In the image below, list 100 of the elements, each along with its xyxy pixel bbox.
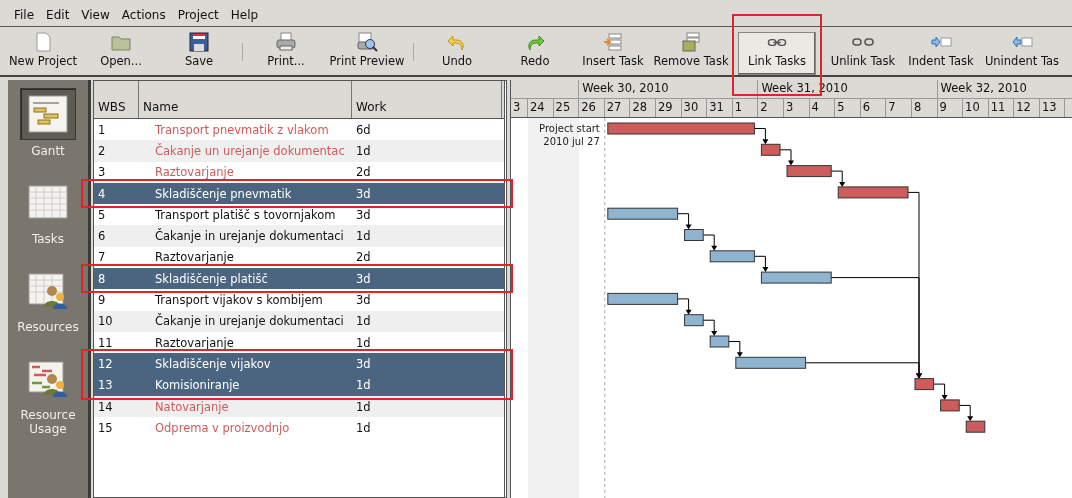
week-header: Week 30, 2010: [579, 80, 759, 98]
table-cell-text: Transport vijakov s kombijem: [154, 293, 324, 307]
print-preview-icon: [356, 32, 378, 52]
toolbar-button[interactable]: New Project: [4, 29, 82, 75]
toolbar-button[interactable]: Undo: [418, 29, 496, 75]
task-bar[interactable]: [760, 143, 781, 156]
dependency-arrow: [677, 298, 692, 315]
task-bar[interactable]: [607, 292, 679, 305]
table-cell-text: 9: [97, 293, 107, 307]
day-header: 1: [732, 99, 759, 117]
table-cell-text: 3d: [355, 207, 372, 222]
table-cell-text: 1: [97, 122, 107, 137]
table-cell-text: 11: [97, 335, 114, 350]
week-header: Week 32, 2010: [937, 80, 1072, 98]
resource-usage-icon: [28, 359, 68, 397]
menu-item[interactable]: Actions: [115, 8, 172, 22]
task-bar[interactable]: [607, 207, 679, 220]
table-cell-text: Natovarjanje: [154, 399, 230, 414]
project-start-label: Project start: [539, 123, 600, 134]
table-cell-text: Čakanje un urejanje dokumentac: [154, 143, 346, 158]
table-cell-text: 1d: [355, 314, 372, 329]
table-cell-text: Transport pnevmatik z vlakom: [154, 122, 330, 137]
table-cell-text: 6: [97, 229, 107, 244]
table-cell-text: Raztovarjanje: [154, 250, 235, 265]
table-row[interactable]: 10 Čakanje in urejanje dokumentaci 1d: [94, 310, 504, 332]
sidebar-item[interactable]: Tasks: [9, 174, 87, 248]
table-cell-text: 1d: [355, 229, 372, 244]
toolbar-button[interactable]: Insert Task: [574, 29, 652, 75]
toolbar-button[interactable]: Unlink Task: [824, 29, 902, 75]
day-header: 5: [835, 99, 861, 117]
task-bar[interactable]: [914, 378, 935, 391]
toolbar-button[interactable]: Indent Task: [902, 29, 980, 75]
day-header: 8: [911, 99, 938, 117]
dependency-arrow: [677, 213, 692, 230]
table-row[interactable]: 12 Skladiščenje vijakov 3d: [94, 353, 504, 375]
table-row[interactable]: 8 Skladiščenje platišč 3d: [94, 268, 504, 290]
table-cell-text: 3d: [355, 293, 372, 307]
task-bar[interactable]: [684, 229, 704, 241]
table-cell-text: 1d: [355, 420, 372, 435]
task-bar[interactable]: [786, 165, 832, 178]
day-header: 31: [707, 99, 733, 117]
toolbar-button[interactable]: Save: [160, 29, 238, 75]
toolbar-button[interactable]: Open...: [82, 29, 160, 75]
task-bar[interactable]: [709, 250, 755, 263]
table-row[interactable]: 4 Skladiščenje pnevmatik 3d: [94, 182, 504, 205]
dependency-arrow: [702, 234, 718, 251]
day-header: 6: [860, 99, 887, 117]
task-bar[interactable]: [684, 314, 704, 327]
table-cell-text: Čakanje in urejanje dokumentaci: [154, 314, 345, 329]
table-row[interactable]: 13 Komisioniranje 1d: [94, 374, 504, 396]
day-header: 3: [511, 99, 528, 117]
day-header: 27: [604, 99, 631, 117]
column-header[interactable]: WBS: [94, 81, 139, 118]
column-header[interactable]: Work: [352, 81, 502, 118]
table-cell-text: 1d: [355, 378, 372, 393]
toolbar-button[interactable]: Print...: [247, 29, 325, 75]
toolbar-button[interactable]: Remove Task: [652, 29, 730, 75]
table-cell-text: Raztovarjanje: [154, 165, 235, 180]
toolbar-button[interactable]: Redo: [496, 29, 574, 75]
table-cell-text: 7: [97, 250, 107, 265]
table-cell-text: 2d: [355, 250, 372, 265]
table-cell-text: 3: [97, 165, 107, 180]
toolbar-button[interactable]: Print Preview: [325, 29, 409, 75]
day-header: 9: [937, 99, 964, 117]
task-bar[interactable]: [709, 335, 730, 348]
table-row[interactable]: 6 Čakanje in urejanje dokumentaci 1d: [94, 225, 504, 247]
dependency-arrow: [958, 404, 974, 422]
menu-item[interactable]: View: [75, 8, 116, 22]
menu-item[interactable]: File: [8, 8, 41, 22]
toolbar-button[interactable]: Link Tasks: [738, 32, 816, 75]
day-header: 28: [630, 99, 656, 117]
table-cell-text: 1d: [355, 335, 372, 350]
gantt-chart-icon: [28, 95, 68, 133]
menu-item[interactable]: Edit: [40, 8, 76, 22]
table-cell-text: 2: [97, 143, 107, 158]
sidebar-item[interactable]: Resources: [9, 262, 87, 336]
toolbar-button[interactable]: Unindent Tas: [980, 29, 1064, 75]
task-bar[interactable]: [735, 356, 807, 369]
table-cell-text: 3d: [355, 186, 372, 201]
table-cell-text: Skladiščenje pnevmatik: [154, 186, 293, 201]
column-header[interactable]: Name: [139, 81, 352, 118]
menu-item[interactable]: Project: [171, 8, 225, 22]
table-cell-text: 3d: [355, 271, 372, 286]
project-start-date: 2010 jul 27: [543, 136, 600, 147]
day-header: 25: [553, 99, 580, 117]
table-cell-text: 5: [97, 207, 107, 222]
table-row[interactable]: 2 Čakanje un urejanje dokumentac 1d: [94, 140, 504, 162]
task-bar[interactable]: [940, 399, 960, 412]
table-cell-text: Komisioniranje: [154, 378, 241, 393]
day-header: 4: [809, 99, 836, 117]
table-cell-text: Raztovarjanje: [154, 335, 235, 350]
dependency-arrow: [753, 128, 769, 145]
task-bar[interactable]: [965, 420, 986, 433]
day-header: 2: [758, 99, 784, 117]
menu-item[interactable]: Help: [224, 8, 265, 22]
day-header: 7: [886, 99, 912, 117]
table-cell-text: Čakanje in urejanje dokumentaci: [154, 229, 345, 244]
people-sheet-icon: [28, 271, 68, 309]
sidebar-item[interactable]: Resource Usage: [9, 350, 87, 438]
table-cell-text: Odprema v proizvodnjo: [154, 420, 291, 435]
